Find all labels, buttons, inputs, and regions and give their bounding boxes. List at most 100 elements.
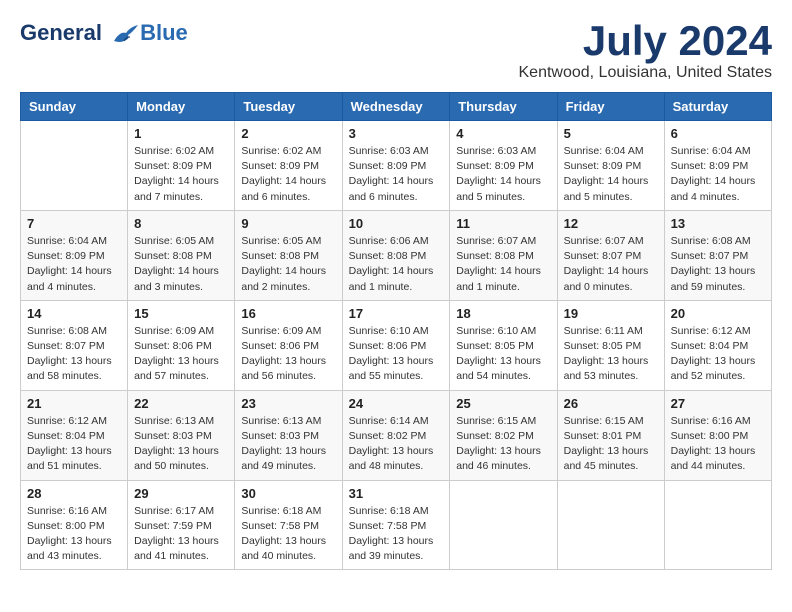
- calendar-cell: 7 Sunrise: 6:04 AMSunset: 8:09 PMDaylight…: [21, 210, 128, 300]
- calendar-cell: 26Sunrise: 6:15 AMSunset: 8:01 PMDayligh…: [557, 390, 664, 480]
- day-info: Sunrise: 6:17 AMSunset: 7:59 PMDaylight:…: [134, 504, 228, 565]
- day-number: 8: [134, 216, 228, 231]
- day-number: 29: [134, 486, 228, 501]
- page-header: General Blue July 2024 Kentwood, Louisia…: [20, 20, 772, 82]
- calendar-cell: 6 Sunrise: 6:04 AMSunset: 8:09 PMDaylight…: [664, 121, 771, 211]
- day-info: Sunrise: 6:04 AMSunset: 8:09 PMDaylight:…: [27, 234, 121, 295]
- day-info: Sunrise: 6:02 AMSunset: 8:09 PMDaylight:…: [134, 144, 228, 205]
- day-info: Sunrise: 6:07 AMSunset: 8:07 PMDaylight:…: [564, 234, 658, 295]
- calendar-cell: 12 Sunrise: 6:07 AMSunset: 8:07 PMDayligh…: [557, 210, 664, 300]
- day-number: 31: [349, 486, 444, 501]
- day-info: Sunrise: 6:03 AMSunset: 8:09 PMDaylight:…: [456, 144, 550, 205]
- day-number: 10: [349, 216, 444, 231]
- day-info: Sunrise: 6:09 AMSunset: 8:06 PMDaylight:…: [241, 324, 335, 385]
- day-number: 23: [241, 396, 335, 411]
- day-info: Sunrise: 6:13 AMSunset: 8:03 PMDaylight:…: [241, 414, 335, 475]
- calendar-cell: 19Sunrise: 6:11 AMSunset: 8:05 PMDayligh…: [557, 300, 664, 390]
- calendar-table: SundayMondayTuesdayWednesdayThursdayFrid…: [20, 92, 772, 570]
- day-info: Sunrise: 6:04 AMSunset: 8:09 PMDaylight:…: [671, 144, 765, 205]
- day-number: 18: [456, 306, 550, 321]
- day-info: Sunrise: 6:05 AMSunset: 8:08 PMDaylight:…: [241, 234, 335, 295]
- logo-line1: General: [20, 20, 102, 45]
- day-number: 11: [456, 216, 550, 231]
- calendar-header-row: SundayMondayTuesdayWednesdayThursdayFrid…: [21, 93, 772, 121]
- calendar-cell: 29 Sunrise: 6:17 AMSunset: 7:59 PMDayligh…: [128, 480, 235, 570]
- day-info: Sunrise: 6:10 AMSunset: 8:05 PMDaylight:…: [456, 324, 550, 385]
- day-header-friday: Friday: [557, 93, 664, 121]
- logo-text: General: [20, 21, 138, 45]
- calendar-cell: 16Sunrise: 6:09 AMSunset: 8:06 PMDayligh…: [235, 300, 342, 390]
- calendar-week-row: 7 Sunrise: 6:04 AMSunset: 8:09 PMDaylight…: [21, 210, 772, 300]
- calendar-cell: 8 Sunrise: 6:05 AMSunset: 8:08 PMDaylight…: [128, 210, 235, 300]
- calendar-week-row: 14Sunrise: 6:08 AMSunset: 8:07 PMDayligh…: [21, 300, 772, 390]
- day-info: Sunrise: 6:18 AMSunset: 7:58 PMDaylight:…: [241, 504, 335, 565]
- day-number: 12: [564, 216, 658, 231]
- day-info: Sunrise: 6:12 AMSunset: 8:04 PMDaylight:…: [27, 414, 121, 475]
- calendar-cell: 13 Sunrise: 6:08 AMSunset: 8:07 PMDayligh…: [664, 210, 771, 300]
- calendar-cell: 30Sunrise: 6:18 AMSunset: 7:58 PMDayligh…: [235, 480, 342, 570]
- day-number: 7: [27, 216, 121, 231]
- day-info: Sunrise: 6:02 AMSunset: 8:09 PMDaylight:…: [241, 144, 335, 205]
- day-info: Sunrise: 6:15 AMSunset: 8:01 PMDaylight:…: [564, 414, 658, 475]
- logo-bird-icon: [110, 23, 138, 45]
- day-number: 2: [241, 126, 335, 141]
- day-info: Sunrise: 6:10 AMSunset: 8:06 PMDaylight:…: [349, 324, 444, 385]
- day-header-saturday: Saturday: [664, 93, 771, 121]
- day-info: Sunrise: 6:09 AMSunset: 8:06 PMDaylight:…: [134, 324, 228, 385]
- calendar-week-row: 1 Sunrise: 6:02 AMSunset: 8:09 PMDaylight…: [21, 121, 772, 211]
- day-info: Sunrise: 6:16 AMSunset: 8:00 PMDaylight:…: [27, 504, 121, 565]
- calendar-cell: 28Sunrise: 6:16 AMSunset: 8:00 PMDayligh…: [21, 480, 128, 570]
- calendar-cell: 24 Sunrise: 6:14 AMSunset: 8:02 PMDayligh…: [342, 390, 450, 480]
- calendar-cell: 27Sunrise: 6:16 AMSunset: 8:00 PMDayligh…: [664, 390, 771, 480]
- day-info: Sunrise: 6:05 AMSunset: 8:08 PMDaylight:…: [134, 234, 228, 295]
- day-info: Sunrise: 6:07 AMSunset: 8:08 PMDaylight:…: [456, 234, 550, 295]
- calendar-cell: 21 Sunrise: 6:12 AMSunset: 8:04 PMDayligh…: [21, 390, 128, 480]
- calendar-cell: [557, 480, 664, 570]
- day-number: 19: [564, 306, 658, 321]
- day-number: 3: [349, 126, 444, 141]
- calendar-cell: 5 Sunrise: 6:04 AMSunset: 8:09 PMDaylight…: [557, 121, 664, 211]
- day-info: Sunrise: 6:03 AMSunset: 8:09 PMDaylight:…: [349, 144, 444, 205]
- day-header-thursday: Thursday: [450, 93, 557, 121]
- day-number: 21: [27, 396, 121, 411]
- day-header-sunday: Sunday: [21, 93, 128, 121]
- calendar-week-row: 28Sunrise: 6:16 AMSunset: 8:00 PMDayligh…: [21, 480, 772, 570]
- day-number: 1: [134, 126, 228, 141]
- day-info: Sunrise: 6:15 AMSunset: 8:02 PMDaylight:…: [456, 414, 550, 475]
- day-info: Sunrise: 6:08 AMSunset: 8:07 PMDaylight:…: [27, 324, 121, 385]
- calendar-cell: [21, 121, 128, 211]
- calendar-cell: 18 Sunrise: 6:10 AMSunset: 8:05 PMDayligh…: [450, 300, 557, 390]
- calendar-cell: 31Sunrise: 6:18 AMSunset: 7:58 PMDayligh…: [342, 480, 450, 570]
- day-number: 6: [671, 126, 765, 141]
- logo-line2: Blue: [140, 20, 188, 46]
- day-number: 4: [456, 126, 550, 141]
- calendar-cell: [450, 480, 557, 570]
- calendar-cell: 10Sunrise: 6:06 AMSunset: 8:08 PMDayligh…: [342, 210, 450, 300]
- day-number: 15: [134, 306, 228, 321]
- calendar-cell: 3 Sunrise: 6:03 AMSunset: 8:09 PMDaylight…: [342, 121, 450, 211]
- day-number: 24: [349, 396, 444, 411]
- day-number: 22: [134, 396, 228, 411]
- day-info: Sunrise: 6:13 AMSunset: 8:03 PMDaylight:…: [134, 414, 228, 475]
- calendar-cell: 14Sunrise: 6:08 AMSunset: 8:07 PMDayligh…: [21, 300, 128, 390]
- calendar-week-row: 21 Sunrise: 6:12 AMSunset: 8:04 PMDayligh…: [21, 390, 772, 480]
- calendar-cell: 17Sunrise: 6:10 AMSunset: 8:06 PMDayligh…: [342, 300, 450, 390]
- logo: General Blue: [20, 20, 188, 46]
- day-info: Sunrise: 6:04 AMSunset: 8:09 PMDaylight:…: [564, 144, 658, 205]
- calendar-cell: 25Sunrise: 6:15 AMSunset: 8:02 PMDayligh…: [450, 390, 557, 480]
- day-info: Sunrise: 6:14 AMSunset: 8:02 PMDaylight:…: [349, 414, 444, 475]
- title-section: July 2024 Kentwood, Louisiana, United St…: [519, 20, 773, 82]
- calendar-cell: 20Sunrise: 6:12 AMSunset: 8:04 PMDayligh…: [664, 300, 771, 390]
- calendar-cell: 11 Sunrise: 6:07 AMSunset: 8:08 PMDayligh…: [450, 210, 557, 300]
- calendar-cell: 1 Sunrise: 6:02 AMSunset: 8:09 PMDaylight…: [128, 121, 235, 211]
- day-number: 5: [564, 126, 658, 141]
- day-info: Sunrise: 6:08 AMSunset: 8:07 PMDaylight:…: [671, 234, 765, 295]
- day-number: 27: [671, 396, 765, 411]
- day-header-monday: Monday: [128, 93, 235, 121]
- location: Kentwood, Louisiana, United States: [519, 64, 773, 82]
- calendar-cell: 22 Sunrise: 6:13 AMSunset: 8:03 PMDayligh…: [128, 390, 235, 480]
- day-info: Sunrise: 6:12 AMSunset: 8:04 PMDaylight:…: [671, 324, 765, 385]
- calendar-cell: [664, 480, 771, 570]
- calendar-cell: 2 Sunrise: 6:02 AMSunset: 8:09 PMDaylight…: [235, 121, 342, 211]
- day-number: 13: [671, 216, 765, 231]
